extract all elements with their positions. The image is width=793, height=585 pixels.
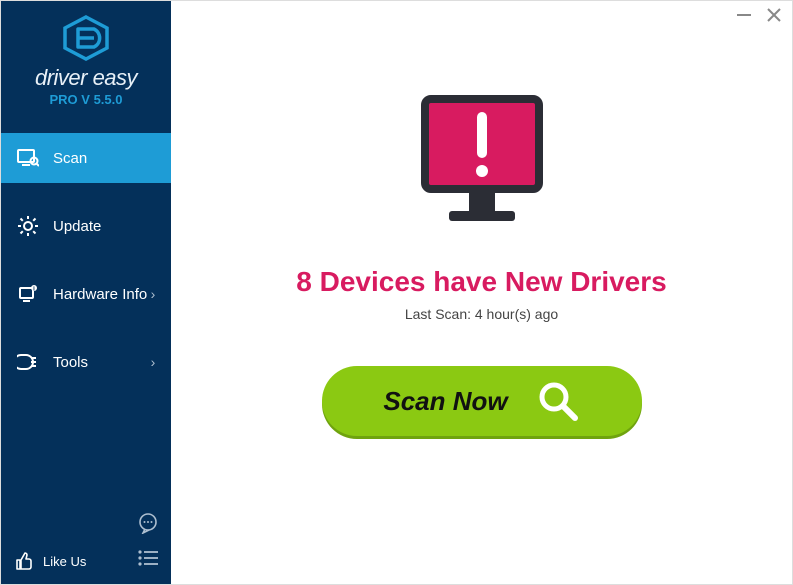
nav-item-update[interactable]: Update <box>1 201 171 251</box>
close-icon[interactable] <box>766 7 782 28</box>
footer-icon-stack <box>137 512 159 572</box>
chevron-right-icon: › <box>149 354 157 370</box>
gear-icon <box>17 215 39 237</box>
scan-now-button[interactable]: Scan Now <box>322 366 642 436</box>
last-scan-text: Last Scan: 4 hour(s) ago <box>405 306 558 322</box>
hardware-icon: i <box>17 283 39 305</box>
nav-label-tools: Tools <box>53 354 149 371</box>
like-us-label: Like Us <box>43 554 86 569</box>
sidebar-footer: Like Us <box>1 502 171 584</box>
brand-block: driver easy PRO V 5.5.0 <box>1 1 171 123</box>
main-content: 8 Devices have New Drivers Last Scan: 4 … <box>171 1 792 584</box>
nav-label-hardware: Hardware Info <box>53 286 149 303</box>
nav-item-tools[interactable]: Tools › <box>1 337 171 387</box>
tools-icon <box>17 351 39 373</box>
thumbs-up-icon <box>13 550 35 572</box>
alert-monitor-icon <box>407 87 557 242</box>
nav-label-update: Update <box>53 218 157 235</box>
scan-icon <box>17 147 39 169</box>
brand-logo-icon <box>61 15 111 61</box>
scan-now-label: Scan Now <box>383 386 507 417</box>
feedback-icon[interactable] <box>137 512 159 539</box>
nav-item-hardware[interactable]: i Hardware Info › <box>1 269 171 319</box>
sidebar: driver easy PRO V 5.5.0 Scan <box>1 1 171 584</box>
brand-version: PRO V 5.5.0 <box>1 92 171 107</box>
nav-label-scan: Scan <box>53 150 157 167</box>
like-us-button[interactable]: Like Us <box>13 550 86 572</box>
window-controls <box>736 7 782 28</box>
brand-name: driver easy <box>1 65 171 91</box>
nav: Scan Update <box>1 123 171 502</box>
menu-list-icon[interactable] <box>137 549 159 572</box>
chevron-right-icon: › <box>149 286 157 302</box>
status-headline: 8 Devices have New Drivers <box>296 266 666 298</box>
magnifier-icon <box>536 379 580 423</box>
minimize-icon[interactable] <box>736 7 752 28</box>
nav-item-scan[interactable]: Scan <box>1 133 171 183</box>
